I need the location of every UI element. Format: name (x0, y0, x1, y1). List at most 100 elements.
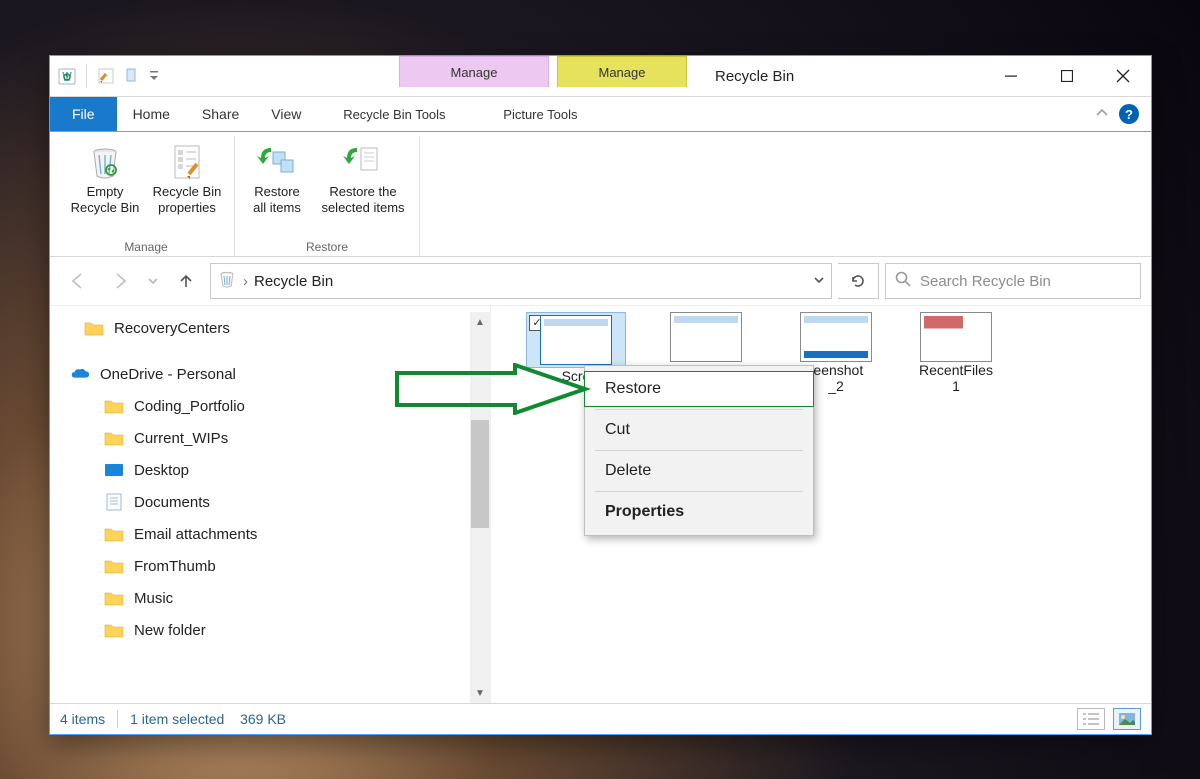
folder-icon (104, 428, 124, 448)
chevron-down-icon[interactable] (813, 273, 825, 290)
nav-item-documents[interactable]: Documents (50, 486, 470, 518)
thumbnails-view-button[interactable] (1113, 708, 1141, 730)
scroll-down-icon[interactable]: ▼ (470, 683, 490, 703)
menu-home[interactable]: Home (117, 97, 186, 131)
ctx-restore[interactable]: Restore (584, 371, 814, 407)
menu-picture-tools[interactable]: Picture Tools (476, 97, 604, 131)
separator (595, 491, 803, 492)
menu-file[interactable]: File (50, 97, 117, 131)
restore-all-items-button[interactable]: Restore all items (241, 136, 313, 238)
minimize-button[interactable] (983, 56, 1039, 96)
screenshot-thumbnail (540, 315, 612, 365)
nav-recent-dropdown[interactable] (144, 263, 162, 299)
menu-label: Picture Tools (503, 107, 577, 122)
collapse-ribbon-icon[interactable] (1095, 106, 1109, 123)
nav-label: Email attachments (134, 526, 257, 543)
maximize-button[interactable] (1039, 56, 1095, 96)
restore-selected-items-button[interactable]: Restore the selected items (313, 136, 413, 238)
ctx-cut[interactable]: Cut (585, 413, 813, 447)
btn-label: Empty (87, 184, 124, 200)
nav-item-current-wips[interactable]: Current_WIPs (50, 422, 470, 454)
menu-label: File (72, 106, 95, 122)
search-input[interactable]: Search Recycle Bin (885, 263, 1141, 299)
folder-icon (104, 396, 124, 416)
scroll-up-icon[interactable]: ▲ (470, 312, 490, 332)
btn-label: Restore (254, 184, 300, 200)
desktop-icon (104, 460, 124, 480)
separator (86, 64, 87, 88)
nav-up-button[interactable] (168, 263, 204, 299)
folder-icon (104, 620, 124, 640)
folder-icon (104, 556, 124, 576)
ribbon-group-label: Manage (124, 238, 167, 256)
menu-label: Home (133, 106, 170, 122)
details-view-button[interactable] (1077, 708, 1105, 730)
window-title: Recycle Bin (715, 68, 794, 85)
help-area: ? (1095, 97, 1151, 131)
menu-recycle-bin-tools[interactable]: Recycle Bin Tools (320, 97, 468, 131)
ribbon-group-manage: Empty Recycle Bin Recycle Bin properties… (58, 136, 235, 256)
separator (595, 409, 803, 410)
file-item[interactable]: RecentFiles 1 (901, 312, 1011, 394)
status-selection: 1 item selected (130, 711, 224, 727)
file-name: reenshot (809, 362, 863, 378)
nav-forward-button[interactable] (102, 263, 138, 299)
nav-label: Documents (134, 494, 210, 511)
search-icon (894, 270, 912, 292)
nav-item-new-folder[interactable]: New folder (50, 614, 470, 646)
close-button[interactable] (1095, 56, 1151, 96)
ribbon-group-label: Restore (306, 238, 348, 256)
recycle-bin-icon (56, 65, 78, 87)
context-menu: Restore Cut Delete Properties (584, 365, 814, 536)
title-bar: Manage Manage Recycle Bin (50, 56, 1151, 97)
file-item[interactable] (651, 312, 761, 362)
empty-recycle-bin-button[interactable]: Empty Recycle Bin (64, 136, 146, 238)
btn-label: properties (158, 200, 216, 216)
annotation-arrow (395, 363, 595, 418)
qat-more-icon[interactable] (121, 65, 143, 87)
file-name: _2 (828, 378, 844, 394)
menu-bar: File Home Share View Recycle Bin Tools P… (50, 97, 1151, 132)
nav-label: RecoveryCenters (114, 320, 230, 337)
screenshot-thumbnail (670, 312, 742, 362)
ctx-label: Cut (605, 421, 630, 438)
contextual-tab-manage-2[interactable]: Manage (557, 56, 687, 87)
tab-label: Manage (599, 65, 646, 80)
ctx-properties[interactable]: Properties (585, 495, 813, 529)
contextual-tab-manage-1[interactable]: Manage (399, 56, 549, 87)
btn-label: Recycle Bin (71, 200, 140, 216)
nav-item-fromthumb[interactable]: FromThumb (50, 550, 470, 582)
qat-dropdown-icon[interactable] (147, 65, 161, 87)
menu-label: Share (202, 106, 239, 122)
folder-icon (84, 318, 104, 338)
ribbon-group-restore: Restore all items Restore the selected i… (235, 136, 420, 256)
menu-view[interactable]: View (255, 97, 317, 131)
address-bar[interactable]: › Recycle Bin (210, 263, 832, 299)
file-name: RecentFiles (919, 362, 993, 378)
nav-item-music[interactable]: Music (50, 582, 470, 614)
refresh-button[interactable] (838, 263, 879, 299)
menu-share[interactable]: Share (186, 97, 255, 131)
screenshot-thumbnail (920, 312, 992, 362)
properties-icon[interactable] (95, 65, 117, 87)
ctx-delete[interactable]: Delete (585, 454, 813, 488)
ctx-label: Delete (605, 462, 651, 479)
btn-label: Recycle Bin (153, 184, 222, 200)
btn-label: all items (253, 200, 301, 216)
ctx-label: Properties (605, 503, 684, 520)
recycle-bin-properties-button[interactable]: Recycle Bin properties (146, 136, 228, 238)
nav-back-button[interactable] (60, 263, 96, 299)
breadcrumb-segment[interactable]: Recycle Bin (254, 273, 333, 290)
help-icon[interactable]: ? (1119, 104, 1139, 124)
folder-icon (104, 524, 124, 544)
menu-label: Recycle Bin Tools (343, 107, 445, 122)
file-name: 1 (952, 378, 960, 394)
nav-item-email-attachments[interactable]: Email attachments (50, 518, 470, 550)
chevron-right-icon[interactable]: › (243, 273, 248, 290)
nav-item-desktop[interactable]: Desktop (50, 454, 470, 486)
nav-item-recoverycenters[interactable]: RecoveryCenters (50, 312, 470, 344)
recycle-bin-icon (217, 269, 237, 293)
nav-label: Coding_Portfolio (134, 398, 245, 415)
scroll-thumb[interactable] (471, 420, 489, 528)
trash-icon (85, 140, 125, 184)
